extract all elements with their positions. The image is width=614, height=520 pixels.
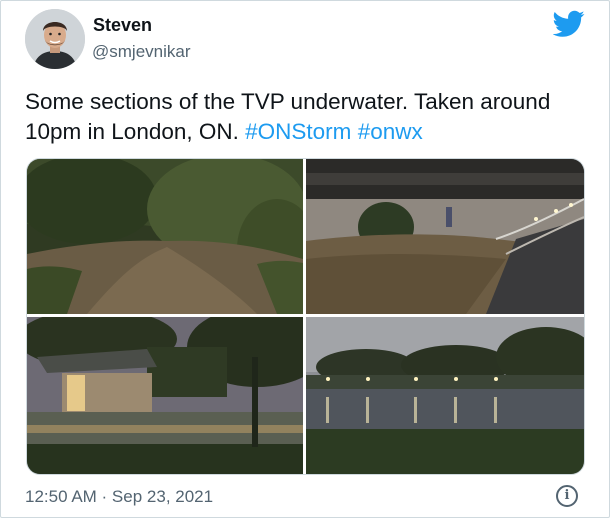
author-handle[interactable]: @smjevnikar — [92, 42, 191, 62]
tweet-card: Steven @smjevnikar Some sections of the … — [0, 0, 610, 518]
info-icon[interactable]: i — [556, 485, 578, 507]
tweet-text: Some sections of the TVP underwater. Tak… — [25, 87, 585, 147]
author-name[interactable]: Steven — [93, 15, 152, 36]
media-grid — [26, 158, 585, 475]
person-avatar-icon — [25, 9, 85, 69]
flooded-path-woods-photo[interactable] — [27, 159, 303, 314]
avatar[interactable] — [25, 9, 85, 69]
twitter-bird-icon[interactable] — [553, 10, 585, 38]
hashtag-onstorm[interactable]: #ONStorm — [245, 119, 351, 144]
flooded-park-shelter-photo[interactable] — [27, 317, 303, 474]
tweet-timestamp[interactable]: 12:50 AM · Sep 23, 2021 — [25, 487, 213, 507]
hashtag-onwx[interactable]: #onwx — [358, 119, 423, 144]
flooded-park-night-lights-photo[interactable] — [306, 317, 584, 474]
flooded-trail-under-bridge-photo[interactable] — [306, 159, 584, 314]
